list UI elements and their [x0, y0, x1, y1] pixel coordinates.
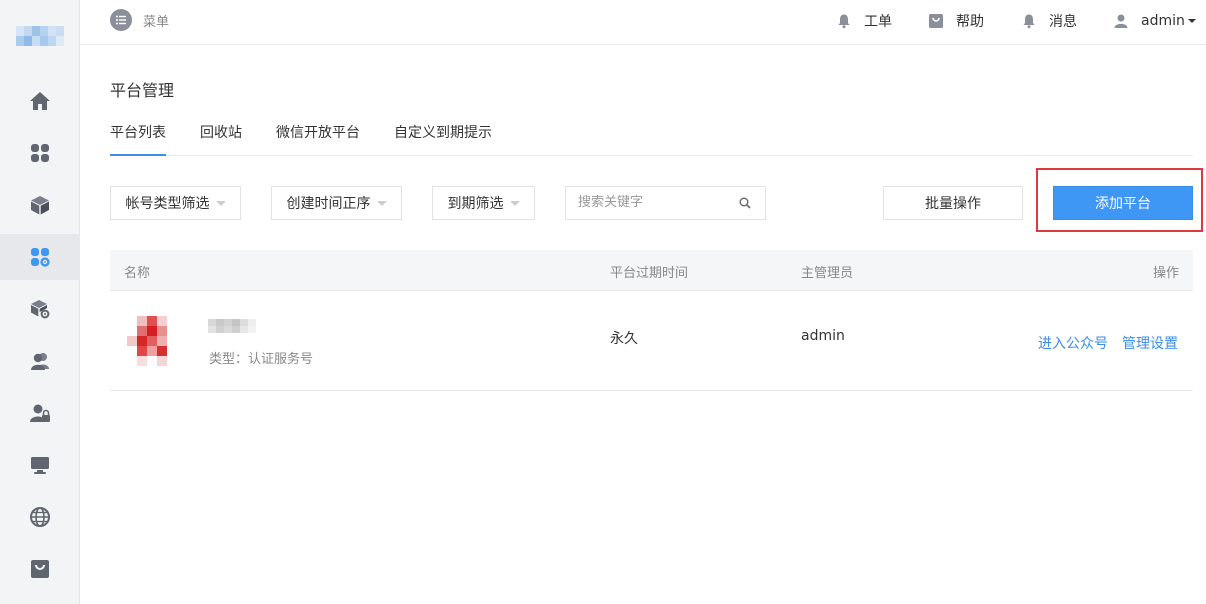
- batch-operation-button[interactable]: 批量操作: [883, 186, 1023, 220]
- column-header-name: 名称: [124, 266, 151, 281]
- bell-icon: [1023, 14, 1035, 29]
- sidebar-item-permissions[interactable]: [0, 390, 80, 436]
- table-header: 名称 平台过期时间 主管理员 操作: [110, 250, 1193, 291]
- sidebar-item-module-settings[interactable]: [0, 286, 80, 332]
- created-time-sort[interactable]: 创建时间正序: [271, 186, 402, 220]
- account-type-filter-label: 帐号类型筛选: [125, 196, 210, 212]
- tab-bar: 平台列表 回收站 微信开放平台 自定义到期提示: [110, 122, 1193, 156]
- search-input[interactable]: [578, 195, 728, 210]
- menu-label: 菜单: [143, 14, 170, 30]
- search-box: [565, 186, 766, 220]
- help-label: 帮助: [956, 14, 984, 30]
- cube-icon: [31, 196, 49, 215]
- users-icon: [31, 353, 49, 370]
- sidebar-item-modules[interactable]: [0, 182, 80, 228]
- sidebar-item-apps[interactable]: [0, 130, 80, 176]
- column-header-actions: 操作: [1152, 266, 1179, 281]
- bag-icon: [31, 560, 49, 578]
- column-header-expiry: 平台过期时间: [610, 266, 689, 281]
- globe-icon: [30, 507, 50, 527]
- user-lock-icon: [30, 404, 50, 422]
- caret-down-icon: [215, 200, 226, 206]
- expiry-filter-label: 到期筛选: [447, 196, 504, 212]
- top-bar: 菜单 工单 帮助 消息 admin: [80, 0, 1206, 45]
- list-icon: [110, 9, 132, 31]
- table-row: 类型：认证服务号 永久 admin 进入公众号 管理设置: [110, 291, 1193, 391]
- chevron-down-icon: [1187, 19, 1196, 23]
- caret-down-icon: [509, 200, 520, 206]
- logo: [16, 26, 64, 46]
- add-platform-button[interactable]: 添加平台: [1053, 186, 1193, 220]
- home-icon: [30, 92, 50, 110]
- caret-down-icon: [376, 200, 387, 206]
- work-order-label: 工单: [864, 14, 892, 30]
- user-name: admin: [1141, 13, 1185, 29]
- avatar: [127, 316, 177, 366]
- page-title: 平台管理: [110, 81, 175, 100]
- account-type-filter[interactable]: 帐号类型筛选: [110, 186, 241, 220]
- monitor-icon: [31, 457, 49, 474]
- created-time-sort-label: 创建时间正序: [286, 196, 371, 212]
- bell-icon: [838, 14, 850, 29]
- sidebar-item-monitor[interactable]: [0, 442, 80, 488]
- enter-official-account-link[interactable]: 进入公众号: [1038, 333, 1108, 353]
- manage-settings-link[interactable]: 管理设置: [1122, 333, 1178, 353]
- help-link[interactable]: 帮助: [928, 11, 984, 31]
- tab-platform-list[interactable]: 平台列表: [110, 122, 166, 156]
- menu-button[interactable]: 菜单: [110, 9, 169, 31]
- tab-custom-expiry-reminder[interactable]: 自定义到期提示: [394, 122, 492, 156]
- cube-settings-icon: [31, 300, 50, 319]
- column-header-admin: 主管理员: [801, 266, 854, 281]
- grid-settings-icon: [31, 248, 50, 267]
- sidebar-item-home[interactable]: [0, 78, 80, 124]
- tab-wechat-open-platform[interactable]: 微信开放平台: [276, 122, 360, 156]
- expiry-filter[interactable]: 到期筛选: [432, 186, 535, 220]
- sidebar-item-store[interactable]: [0, 546, 80, 592]
- account-type: 类型：认证服务号: [209, 352, 314, 367]
- user-icon: [1114, 14, 1128, 28]
- search-icon[interactable]: [739, 197, 751, 209]
- sidebar-item-platform-management[interactable]: [0, 234, 80, 280]
- tab-recycle-bin[interactable]: 回收站: [200, 122, 242, 156]
- platform-name-blurred: [208, 319, 256, 333]
- messages-link[interactable]: 消息: [1021, 11, 1077, 31]
- expiry-value: 永久: [610, 331, 638, 347]
- user-menu[interactable]: admin: [1113, 11, 1196, 31]
- work-order-link[interactable]: 工单: [836, 11, 892, 31]
- sidebar-item-users[interactable]: [0, 338, 80, 384]
- sidebar: [0, 0, 80, 604]
- grid-icon: [31, 144, 49, 162]
- bag-icon: [929, 14, 943, 28]
- sidebar-item-globe[interactable]: [0, 494, 80, 540]
- admin-value: admin: [801, 328, 845, 344]
- messages-label: 消息: [1049, 14, 1077, 30]
